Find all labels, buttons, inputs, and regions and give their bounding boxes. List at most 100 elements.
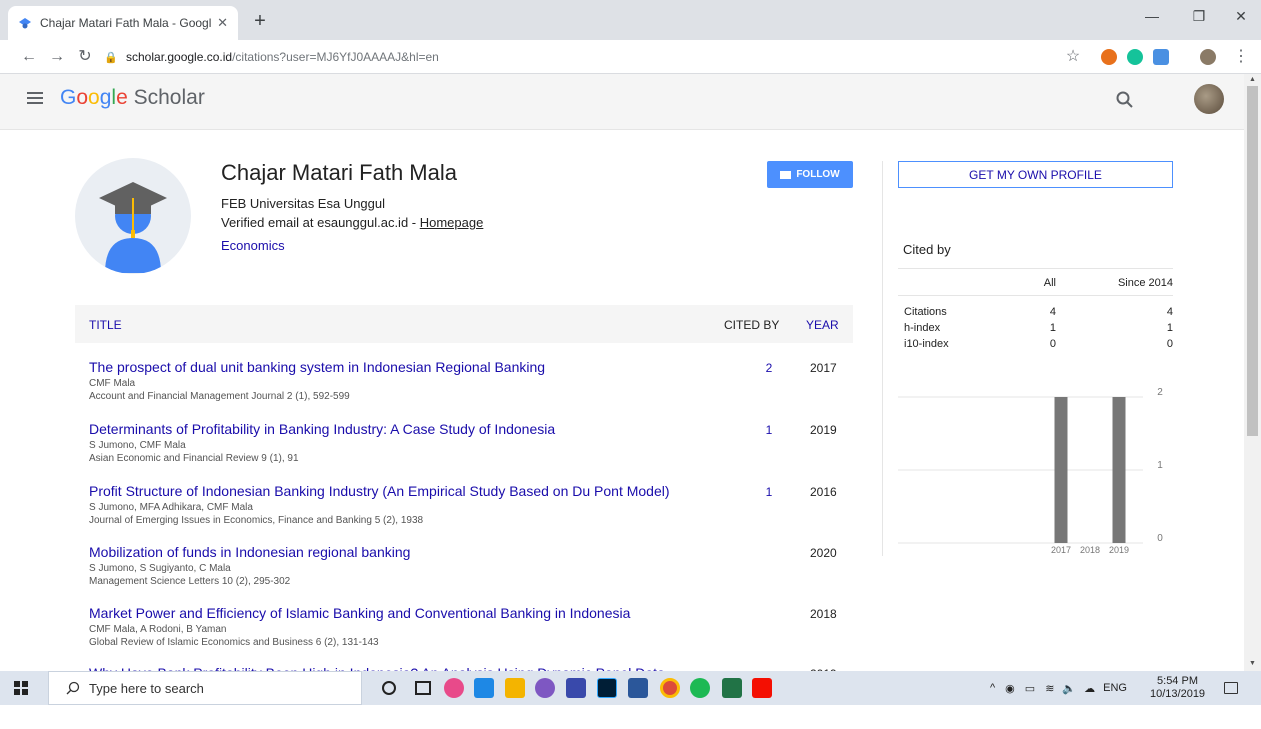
article-title-link[interactable]: Mobilization of funds in Indonesian regi… (89, 544, 410, 560)
table-row: Market Power and Efficiency of Islamic B… (75, 605, 853, 669)
itunes-icon[interactable] (444, 678, 464, 698)
metric-all: 1 (1049, 322, 1056, 334)
scroll-up-icon[interactable]: ▲ (1244, 74, 1261, 86)
scholar-header: Google Scholar (0, 74, 1244, 130)
back-icon[interactable]: ← (18, 46, 40, 68)
new-tab-button[interactable]: + (248, 10, 272, 34)
homepage-link[interactable]: Homepage (420, 215, 484, 230)
metric-row: i10-index 0 0 (898, 336, 1173, 352)
language-indicator[interactable]: ENG (1103, 682, 1127, 694)
chart-x-tick-label: 2017 (1051, 545, 1071, 555)
profile-affiliation: FEB Universitas Esa Unggul (221, 196, 386, 211)
system-tray[interactable]: ^ ◉ ▭ ≋ 🔈 ☁ ENG (990, 671, 1127, 705)
tab-close-icon[interactable]: ✕ (217, 15, 228, 31)
profile-avatar-icon[interactable] (1200, 49, 1216, 65)
volume-icon[interactable]: 🔈 (1062, 682, 1076, 695)
tray-chevron-icon[interactable]: ^ (990, 682, 995, 694)
cortana-icon[interactable] (382, 681, 396, 695)
chart-x-tick-label: 2019 (1109, 545, 1129, 555)
article-venue: Journal of Emerging Issues in Economics,… (89, 515, 424, 526)
camera-extension-icon[interactable] (1153, 49, 1169, 65)
interest-economics-link[interactable]: Economics (221, 238, 285, 253)
reload-icon[interactable]: ↻ (74, 46, 96, 68)
search-icon[interactable] (1115, 90, 1135, 110)
metric-all: 0 (1049, 338, 1056, 350)
close-window-icon[interactable]: ✕ (1226, 8, 1256, 25)
article-authors: S Jumono, MFA Adhikara, CMF Mala (89, 502, 253, 513)
menu-kebab-icon[interactable]: ⋮ (1230, 46, 1252, 68)
scrollbar-thumb[interactable] (1247, 86, 1258, 436)
logo-letter: o (76, 86, 89, 109)
taskbar-clock[interactable]: 5:54 PM 10/13/2019 (1150, 675, 1205, 701)
scroll-down-icon[interactable]: ▼ (1244, 658, 1261, 670)
scholar-logo[interactable]: Google Scholar (60, 86, 205, 110)
browser-tab[interactable]: Chajar Matari Fath Mala - Google ✕ (8, 6, 238, 40)
metric-since: 4 (1166, 306, 1173, 318)
clock-date: 10/13/2019 (1150, 688, 1206, 700)
sort-title-link[interactable]: TITLE (89, 318, 122, 332)
article-year: 2016 (810, 485, 837, 499)
logo-scholar: Scholar (133, 86, 205, 109)
article-venue: Account and Financial Management Journal… (89, 391, 350, 402)
chart-y-tick-label: 1 (1157, 460, 1163, 471)
sort-year-link[interactable]: YEAR (806, 318, 839, 332)
grammarly-icon[interactable] (1127, 49, 1143, 65)
col-all: All (1043, 277, 1056, 289)
forward-icon[interactable]: → (46, 46, 68, 68)
article-title-link[interactable]: Market Power and Efficiency of Islamic B… (89, 605, 630, 621)
word-icon[interactable] (628, 678, 648, 698)
article-title-link[interactable]: The prospect of dual unit banking system… (89, 359, 545, 375)
minimize-icon[interactable]: — (1137, 8, 1167, 24)
spotify-icon[interactable] (690, 678, 710, 698)
tray-status-icon[interactable]: ◉ (1005, 682, 1015, 695)
article-year: 2019 (810, 423, 837, 437)
address-bar[interactable]: 🔒 scholar.google.co.id/citations?user=MJ… (104, 44, 1104, 70)
logo-letter: G (60, 86, 77, 109)
bookmark-star-icon[interactable]: ☆ (1062, 46, 1084, 68)
excel-icon[interactable] (722, 678, 742, 698)
metric-row: h-index 1 1 (898, 320, 1173, 336)
wifi-icon[interactable]: ≋ (1045, 682, 1054, 695)
cited-by-count-link[interactable]: 2 (759, 361, 779, 375)
paint-icon[interactable] (535, 678, 555, 698)
chrome-taskbar-icon[interactable] (660, 678, 680, 698)
windows-start-icon[interactable] (14, 681, 28, 695)
user-avatar[interactable] (1194, 84, 1224, 114)
sidebar-divider (882, 161, 883, 556)
get-my-own-profile-button[interactable]: GET MY OWN PROFILE (898, 161, 1173, 188)
restore-icon[interactable]: ❐ (1184, 8, 1214, 25)
metric-name: h-index (904, 322, 941, 334)
follow-button[interactable]: FOLLOW (767, 161, 853, 188)
article-year: 2017 (810, 361, 837, 375)
app-icon[interactable] (474, 678, 494, 698)
task-view-icon[interactable] (415, 681, 431, 695)
profile-photo-placeholder (75, 158, 191, 274)
extension-icon[interactable] (1101, 49, 1117, 65)
article-title-link[interactable]: Determinants of Profitability in Banking… (89, 421, 555, 437)
onedrive-icon[interactable]: ☁ (1084, 682, 1095, 695)
sort-cited-by-link[interactable]: CITED BY (724, 318, 779, 332)
taskbar-search-box[interactable]: Type here to search (48, 671, 362, 705)
profile-email: Verified email at esaunggul.ac.id - Home… (221, 215, 484, 230)
cited-by-count-link[interactable]: 1 (759, 485, 779, 499)
citation-metrics-table: All Since 2014 Citations 4 4 h-index 1 1 i10-i… (898, 268, 1173, 352)
file-explorer-icon[interactable] (505, 678, 525, 698)
metric-row: Citations 4 4 (898, 304, 1173, 320)
profile-name: Chajar Matari Fath Mala (221, 160, 457, 185)
notifications-icon[interactable] (1224, 682, 1238, 694)
article-venue: Global Review of Islamic Economics and B… (89, 637, 379, 648)
chart-y-tick-label: 2 (1157, 387, 1163, 398)
chart-bar-2017[interactable] (1054, 397, 1068, 543)
acrobat-icon[interactable] (752, 678, 772, 698)
article-title-link[interactable]: Profit Structure of Indonesian Banking I… (89, 483, 670, 499)
metric-name: Citations (904, 306, 947, 318)
hamburger-menu-icon[interactable] (27, 92, 43, 107)
chart-bar-2019[interactable] (1112, 397, 1126, 543)
photoshop-icon[interactable] (597, 678, 617, 698)
tab-strip: Chajar Matari Fath Mala - Google ✕ + — ❐… (0, 0, 1261, 40)
calculator-app-icon[interactable] (566, 678, 586, 698)
logo-google: Google (60, 86, 128, 109)
battery-icon[interactable]: ▭ (1025, 682, 1035, 695)
logo-letter: e (116, 86, 128, 109)
cited-by-count-link[interactable]: 1 (759, 423, 779, 437)
